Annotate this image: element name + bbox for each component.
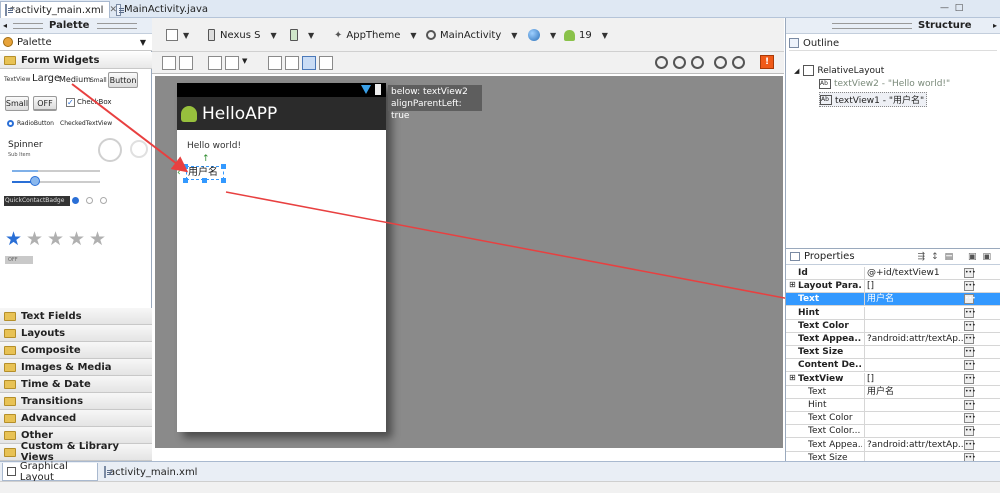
outline-icon — [789, 38, 799, 48]
property-name: Text — [808, 386, 827, 397]
property-row[interactable]: Hint ••• — [786, 306, 1000, 320]
property-edit-button[interactable]: ••• — [964, 373, 976, 384]
properties-panel: Properties ⇶↕▤ ▣▣ Id @+id/textView1 ••• ⊞ La… — [785, 248, 1000, 465]
bottom-tab-bar: Graphical Layout activity_main.xml — [0, 461, 1000, 483]
property-name: TextView — [798, 373, 844, 384]
property-value[interactable] — [864, 399, 964, 412]
properties-header: Properties ⇶↕▤ ▣▣ — [786, 249, 1000, 265]
property-row[interactable]: Text Color ••• — [786, 412, 1000, 426]
property-edit-button[interactable]: ••• — [964, 281, 976, 292]
property-row[interactable]: Hint ••• — [786, 399, 1000, 412]
property-value[interactable] — [864, 306, 964, 320]
xml-file-icon — [104, 466, 112, 478]
property-name: Text Color — [798, 320, 849, 331]
property-row[interactable]: Text 用户名 ••• — [786, 385, 1000, 399]
drag-handle[interactable] — [832, 22, 912, 29]
eclipse-adt-window: *activity_main.xml ✕ MainActivity.java —… — [0, 0, 1000, 493]
arrow-to-text-property — [225, 191, 798, 305]
property-edit-button[interactable]: ••• — [964, 413, 976, 424]
property-name: Id — [798, 268, 808, 278]
property-value[interactable]: ?android:attr/textAp... — [864, 438, 964, 452]
structure-panel: Structure ▸ Outline ◢ RelativeLayout Ab … — [785, 18, 1000, 248]
property-value[interactable]: [] — [864, 372, 964, 386]
property-edit-button[interactable]: ••• — [964, 268, 976, 278]
status-strip — [0, 481, 1000, 493]
property-edit-button[interactable]: ••• — [964, 294, 976, 305]
property-value[interactable]: 用户名 — [864, 385, 964, 399]
property-value[interactable]: [] — [864, 280, 964, 294]
outline-header: Outline — [789, 36, 997, 51]
property-name: Hint — [798, 307, 820, 318]
property-row[interactable]: Text Size ••• — [786, 346, 1000, 360]
property-name: Text Appea... — [798, 334, 862, 344]
properties-toolbar-icons[interactable]: ⇶↕▤ ▣▣ — [918, 252, 997, 262]
property-value[interactable] — [864, 319, 964, 333]
expand-icon[interactable]: ⊞ — [789, 373, 796, 382]
property-value[interactable] — [864, 346, 964, 360]
property-edit-button[interactable]: ••• — [964, 426, 976, 437]
property-row[interactable]: Text Color ••• — [786, 319, 1000, 333]
property-row[interactable]: Text Appea... ?android:attr/textAp... ••• — [786, 438, 1000, 452]
property-row[interactable]: Text 用户名 ••• — [786, 293, 1000, 307]
property-edit-button[interactable]: ••• — [964, 320, 976, 331]
property-name: Text Size — [798, 347, 844, 358]
property-value[interactable] — [864, 412, 964, 426]
property-row[interactable]: Text Appea... ?android:attr/textAp... ••• — [786, 333, 1000, 346]
tab-graphical-layout[interactable]: Graphical Layout — [2, 461, 98, 483]
property-name: Hint — [808, 400, 827, 410]
property-edit-button[interactable]: ••• — [964, 386, 976, 397]
property-name: Text Color — [808, 413, 853, 424]
property-name: Text — [798, 294, 820, 305]
property-edit-button[interactable]: ••• — [964, 347, 976, 358]
expand-icon[interactable]: ⊞ — [789, 280, 796, 289]
property-value[interactable]: @+id/textView1 — [864, 267, 964, 280]
property-value[interactable]: 用户名 — [864, 293, 964, 307]
property-edit-button[interactable]: ••• — [964, 400, 976, 410]
graphical-layout-icon — [7, 467, 16, 476]
property-name: Content De... — [798, 360, 862, 371]
property-name: Text Appea... — [808, 439, 862, 450]
property-value[interactable] — [864, 425, 964, 439]
outline-node-textview1[interactable]: Ab textView1 - "用户名" — [819, 92, 928, 107]
property-edit-button[interactable]: ••• — [964, 360, 976, 371]
structure-header: Structure ▸ — [786, 18, 1000, 34]
tab-xml-source[interactable]: activity_main.xml — [100, 463, 197, 481]
textview-icon: Ab — [819, 79, 831, 89]
relativelayout-icon — [803, 65, 815, 76]
outline-node-relativelayout[interactable]: ◢ RelativeLayout — [794, 65, 884, 76]
property-name: Layout Para... — [798, 281, 862, 292]
outline-node-textview2[interactable]: Ab textView2 - "Hello world!" — [819, 79, 950, 89]
property-value[interactable]: ?android:attr/textAp... — [864, 333, 964, 346]
property-row[interactable]: Text Color... ••• — [786, 425, 1000, 439]
arrow-to-canvas — [71, 83, 189, 173]
property-edit-button[interactable]: ••• — [964, 334, 976, 344]
textview-icon: Ab — [820, 94, 832, 105]
properties-icon — [790, 252, 800, 261]
property-name: Text Color... — [808, 426, 861, 437]
property-value[interactable] — [864, 359, 964, 373]
property-row[interactable]: Content De... ••• — [786, 359, 1000, 373]
property-row[interactable]: Id @+id/textView1 ••• — [786, 267, 1000, 280]
property-row[interactable]: ⊞ Layout Para...[] ••• — [786, 280, 1000, 294]
collapse-right-icon[interactable]: ▸ — [993, 21, 997, 30]
property-row[interactable]: ⊞ TextView [] ••• — [786, 372, 1000, 386]
property-edit-button[interactable]: ••• — [964, 439, 976, 450]
property-edit-button[interactable]: ••• — [964, 307, 976, 318]
tree-expand-icon[interactable]: ◢ — [794, 67, 799, 75]
